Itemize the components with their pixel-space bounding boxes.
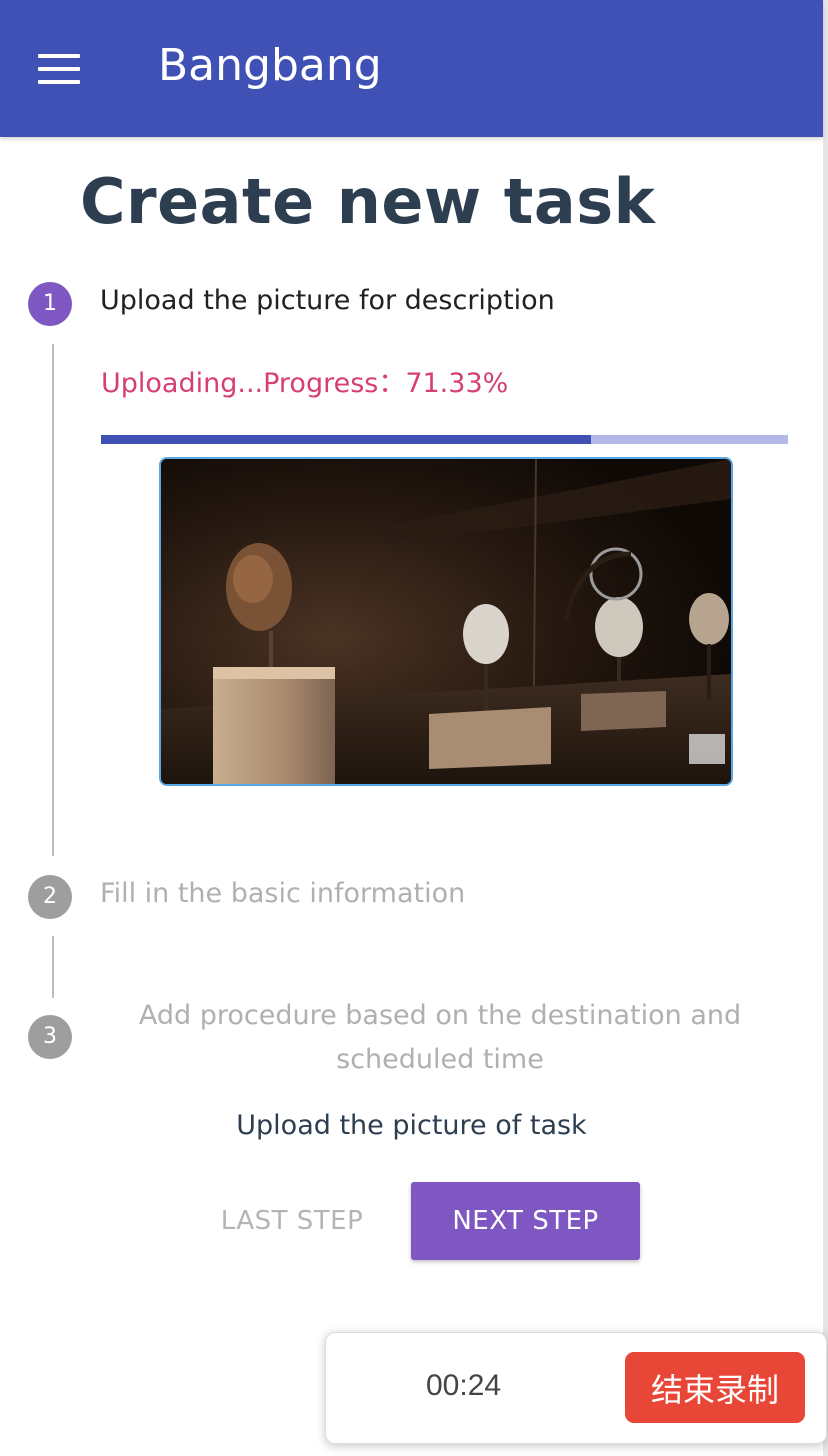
- last-step-button[interactable]: LAST STEP: [200, 1183, 384, 1259]
- app-bar: Bangbang: [0, 0, 823, 137]
- upload-status: Uploading...Progress：71.33%: [101, 368, 509, 399]
- step-connector-2: [52, 936, 54, 998]
- uploaded-image-preview[interactable]: [159, 457, 733, 786]
- stop-recording-button[interactable]: 结束录制: [625, 1352, 805, 1423]
- recording-timer: 00:24: [426, 1369, 502, 1402]
- frame-edge: [823, 0, 828, 1456]
- step-3-label[interactable]: Add procedure based on the destination a…: [110, 994, 770, 1082]
- museum-photo: [161, 459, 731, 784]
- app-title: Bangbang: [158, 40, 382, 91]
- step-caption: Upload the picture of task: [236, 1110, 587, 1141]
- upload-progress-bar: [101, 435, 788, 444]
- screen-recorder-panel: 00:24 结束录制: [325, 1332, 827, 1444]
- step-3-number: 3: [28, 1015, 72, 1059]
- page-title: Create new task: [80, 165, 656, 238]
- upload-progress-fill: [101, 435, 592, 444]
- step-1-number: 1: [28, 282, 72, 326]
- step-2-label[interactable]: Fill in the basic information: [100, 878, 465, 909]
- step-1-label[interactable]: Upload the picture for description: [100, 285, 555, 316]
- menu-icon[interactable]: [38, 54, 80, 84]
- next-step-button[interactable]: NEXT STEP: [411, 1182, 640, 1260]
- step-connector-1: [52, 344, 54, 856]
- step-2-number: 2: [28, 875, 72, 919]
